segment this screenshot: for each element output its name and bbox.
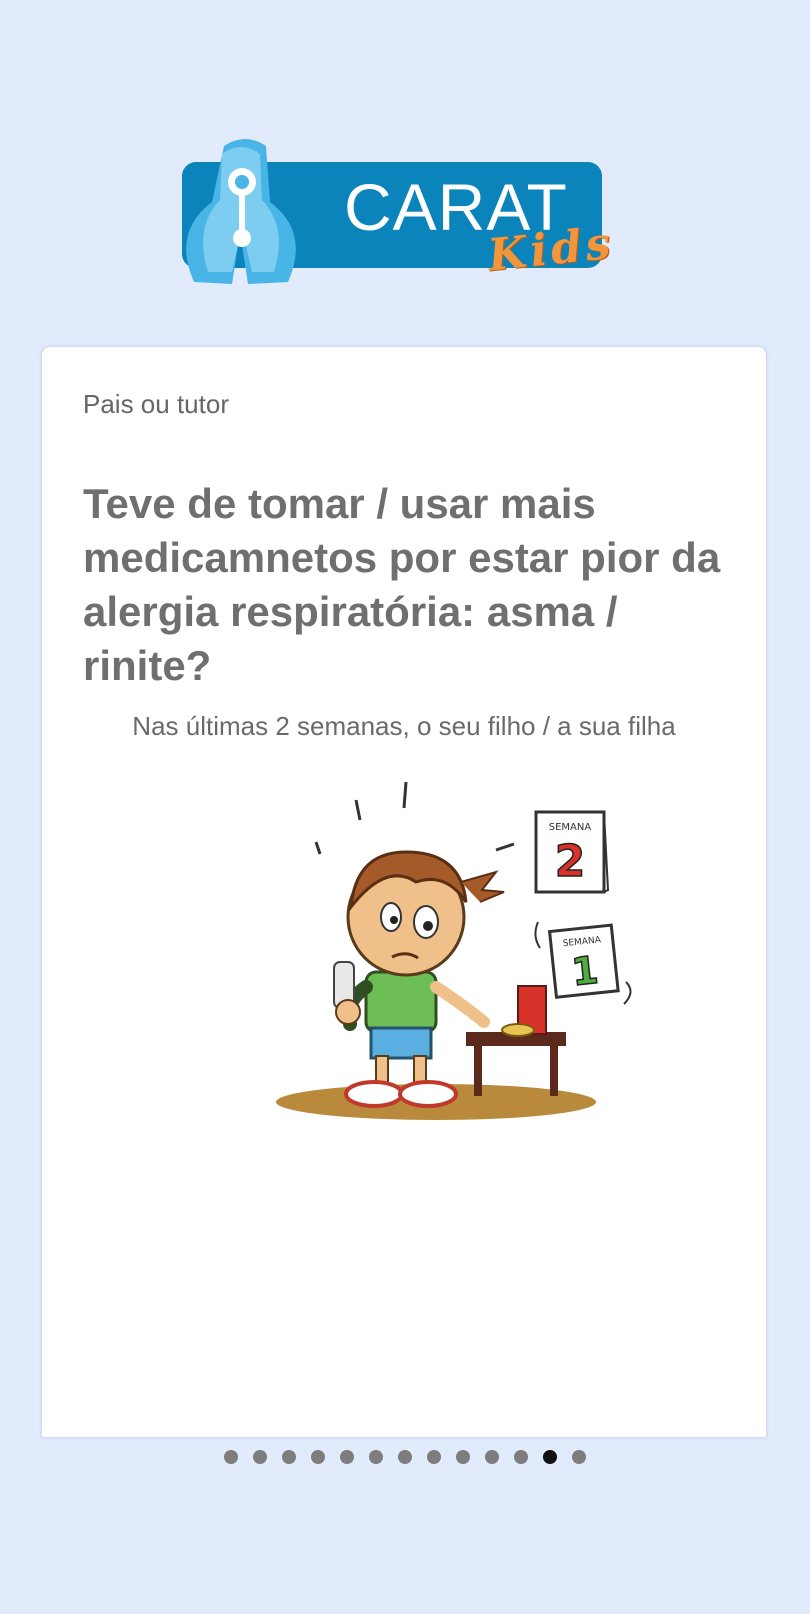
pagination-dot[interactable] [398, 1450, 412, 1464]
question-card: Pais ou tutor Teve de tomar / usar mais … [42, 347, 766, 1437]
calendar-week-1-number: 1 [569, 948, 600, 995]
pagination-dot-active[interactable] [543, 1450, 557, 1464]
carat-kids-logo: CARAT Kids [170, 132, 640, 292]
pagination-dot[interactable] [253, 1450, 267, 1464]
child-medication-illustration: SEMANA 2 SEMANA 1 [276, 781, 632, 1120]
logo-subtitle: Kids [485, 217, 617, 282]
pagination-dots[interactable] [0, 1446, 810, 1468]
pagination-dot[interactable] [340, 1450, 354, 1464]
pagination-dot[interactable] [514, 1450, 528, 1464]
pagination-dot[interactable] [282, 1450, 296, 1464]
calendar-week-2-label: SEMANA [549, 822, 592, 833]
pagination-dot[interactable] [572, 1450, 586, 1464]
pagination-dot[interactable] [369, 1450, 383, 1464]
pagination-dot[interactable] [456, 1450, 470, 1464]
pagination-dot[interactable] [427, 1450, 441, 1464]
pagination-dot[interactable] [224, 1450, 238, 1464]
calendar-week-2-number: 2 [555, 836, 586, 887]
pagination-dot[interactable] [311, 1450, 325, 1464]
pagination-dot[interactable] [485, 1450, 499, 1464]
question-subtitle: Nas últimas 2 semanas, o seu filho / a s… [132, 711, 676, 741]
respondent-role: Pais ou tutor [83, 389, 229, 419]
question-title: Teve de tomar / usar mais medicamnetos p… [83, 480, 721, 689]
